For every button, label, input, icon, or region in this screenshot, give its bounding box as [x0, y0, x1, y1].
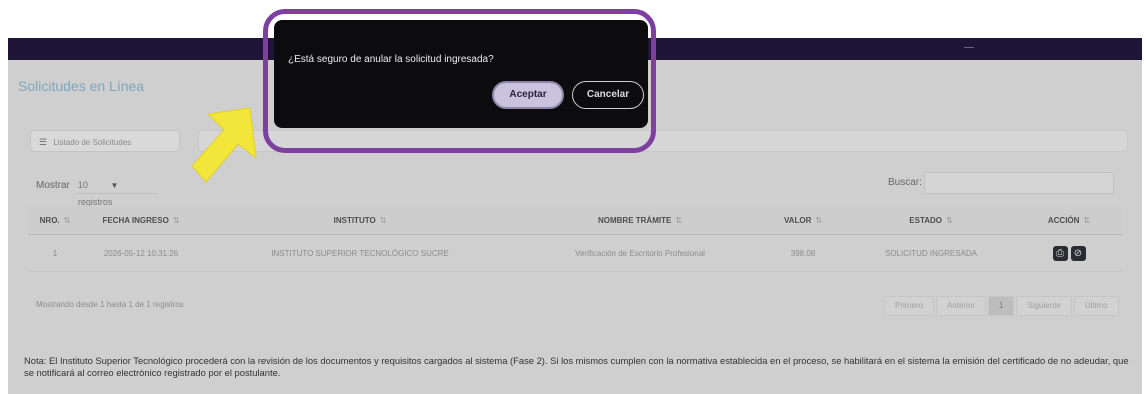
page-length-control: Mostrar 10 ▼ registros [36, 177, 158, 207]
pager-next[interactable]: Siguiente [1016, 296, 1072, 316]
cell-estado: SOLICITUD INGRESADA [846, 234, 1016, 272]
page-title: Solicitudes en Línea [18, 78, 145, 94]
column-header-estado[interactable]: ESTADO ⇅ [846, 206, 1016, 235]
cell-fecha: 2026-05-12 10:31:26 [82, 234, 200, 272]
column-header-tramite[interactable]: NOMBRE TRÁMITE ⇅ [520, 206, 760, 235]
search-label: Buscar: [888, 177, 922, 188]
pager-page-1[interactable]: 1 [988, 296, 1015, 316]
filter-label: Listado de Solicitudes [53, 138, 132, 147]
list-icon: ☰ [39, 137, 48, 147]
cancel-circle-icon[interactable]: ⊘ [1070, 245, 1086, 261]
search-input[interactable] [924, 172, 1114, 194]
cell-tramite: Verificación de Escritorio Profesional [520, 234, 760, 272]
table-header-row: NRO. ⇅ FECHA INGRESO ⇅ INSTITUTO ⇅ NOMBRE T… [28, 206, 1122, 235]
show-label: Mostrar [36, 180, 70, 191]
column-header-nro[interactable]: NRO. ⇅ [28, 206, 82, 235]
table-row: 1 2026-05-12 10:31:26 INSTITUTO SUPERIOR… [28, 234, 1122, 272]
page-size-select[interactable]: 10 ▼ registros [77, 177, 158, 207]
pager-last[interactable]: Último [1073, 296, 1119, 316]
chevron-down-icon: ▼ [110, 181, 119, 190]
cell-valor: 398.08 [760, 234, 846, 272]
pointer-arrow-icon [191, 107, 257, 183]
table-info: Mostrando desde 1 hasta 1 de 1 registros [36, 300, 184, 309]
navbar-user-menu[interactable]: — [964, 42, 974, 53]
printer-icon[interactable]: ⎙ [1052, 245, 1068, 261]
column-header-valor[interactable]: VALOR ⇅ [760, 206, 846, 235]
requests-table: NRO. ⇅ FECHA INGRESO ⇅ INSTITUTO ⇅ NOMBRE T… [28, 206, 1122, 272]
highlight-frame [263, 9, 656, 153]
pagination: Primero Anterior 1 Siguiente Último [884, 296, 1119, 316]
column-header-fecha[interactable]: FECHA INGRESO ⇅ [82, 206, 200, 235]
cell-nro: 1 [28, 234, 82, 272]
pager-previous[interactable]: Anterior [936, 296, 987, 316]
column-header-accion[interactable]: ACCIÓN ⇅ [1016, 206, 1122, 235]
cell-accion: ⎙ ⊘ [1016, 234, 1122, 272]
column-header-instituto[interactable]: INSTITUTO ⇅ [200, 206, 520, 235]
pager-first[interactable]: Primero [884, 296, 935, 316]
process-note: Nota: El Instituto Superior Tecnológico … [24, 355, 1129, 378]
list-filter-button[interactable]: ☰ Listado de Solicitudes [30, 130, 180, 152]
page-size-value: 10 [77, 180, 88, 190]
cell-instituto: INSTITUTO SUPERIOR TECNOLÓGICO SUCRE [200, 234, 520, 272]
